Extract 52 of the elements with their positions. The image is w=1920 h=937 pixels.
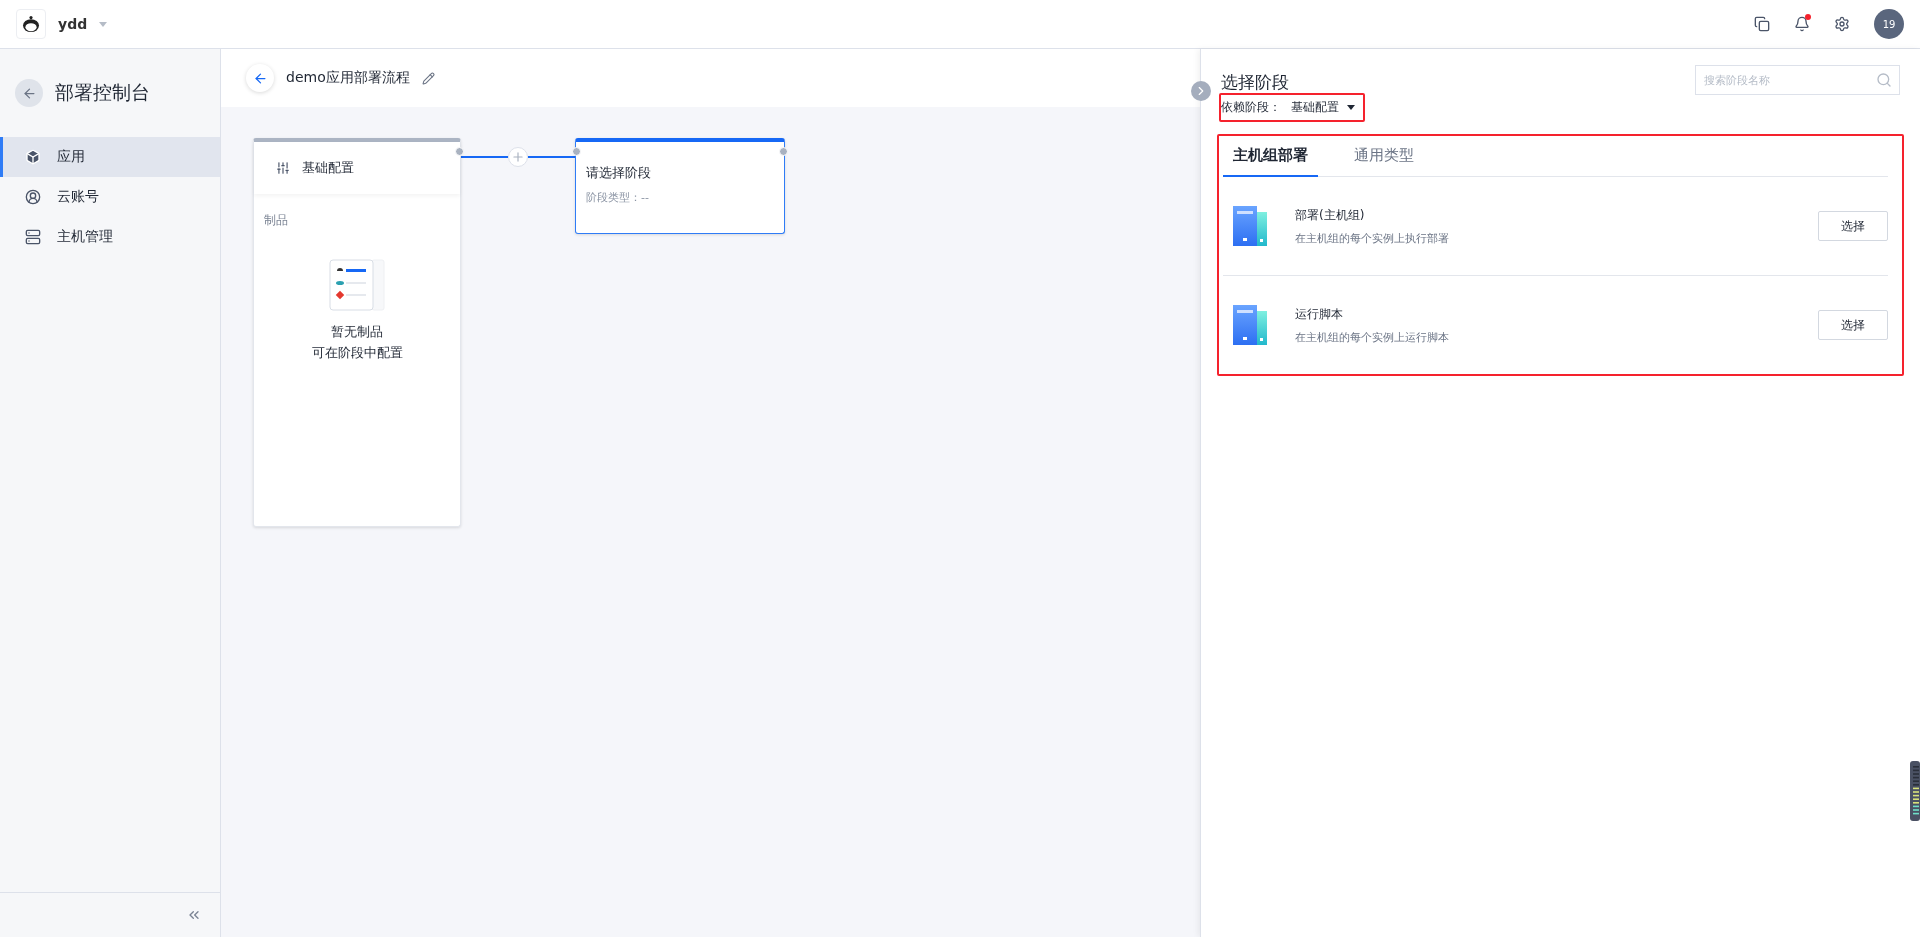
tab[interactable]: 通用类型 [1354, 136, 1414, 177]
meter-widget-icon[interactable] [1910, 761, 1920, 821]
stage-type: 阶段类型：-- [586, 190, 649, 205]
select-button[interactable]: 选择 [1818, 211, 1888, 241]
server-icon [25, 229, 41, 245]
search-icon[interactable] [1876, 72, 1892, 88]
plus-icon [511, 150, 525, 164]
search-field[interactable]: 搜索阶段名称 [1695, 65, 1900, 95]
empty-message: 暂无制品 可在阶段中配置 [311, 323, 403, 362]
cube-icon [25, 149, 41, 165]
stage-title: 请选择阶段 [586, 164, 651, 182]
edit-icon[interactable] [421, 71, 435, 85]
stage-name: 运行脚本 [1295, 305, 1344, 323]
user-avatar[interactable]: 19 [1874, 9, 1904, 39]
select-button[interactable]: 选择 [1818, 310, 1888, 340]
connector-handle[interactable] [779, 147, 788, 156]
tab[interactable]: 主机组部署 [1223, 136, 1318, 177]
sidebar-item[interactable]: 云账号 [0, 177, 220, 217]
console-title: 部署控制台 [55, 80, 150, 105]
sidebar-item[interactable]: 主机管理 [0, 217, 220, 257]
stage-name: 部署(主机组) [1295, 206, 1366, 224]
sidebar-item[interactable]: 应用 [0, 137, 220, 177]
arrow-left-icon [21, 85, 37, 101]
empty-list-drawing [329, 259, 385, 311]
server-icon [1233, 206, 1267, 246]
stage-title: 基础配置 [302, 159, 354, 177]
flow-title: demo应用部署流程 [286, 69, 410, 87]
back-button[interactable] [15, 79, 43, 107]
dependency-select[interactable]: 基础配置 [1291, 99, 1355, 116]
panel-title: 选择阶段 [1221, 71, 1289, 94]
stage-description: 在主机组的每个实例上执行部署 [1295, 231, 1450, 246]
stage-card[interactable]: 基础配置 制品 暂无制品 可在阶段中配置 [253, 138, 461, 527]
section-label: 制品 [263, 212, 289, 229]
workspace-name[interactable]: ydd [58, 16, 88, 32]
stage-card[interactable]: 请选择阶段 阶段类型：-- [575, 138, 785, 234]
sliders-icon [276, 161, 290, 175]
connector-handle[interactable] [455, 147, 464, 156]
connector-handle[interactable] [572, 147, 581, 156]
collapse-panel-button[interactable] [1191, 81, 1211, 101]
windows-icon[interactable] [1754, 16, 1770, 32]
server-icon [1233, 305, 1267, 345]
connector-line [528, 156, 575, 158]
user-icon [25, 189, 41, 205]
settings-icon[interactable] [1834, 16, 1850, 32]
stage-description: 在主机组的每个实例上运行脚本 [1295, 330, 1450, 345]
logo-icon[interactable] [16, 9, 46, 39]
back-button[interactable] [246, 64, 274, 92]
dependency-label: 依赖阶段： [1221, 99, 1281, 116]
caret-icon [1347, 105, 1355, 110]
notification-icon[interactable] [1794, 16, 1810, 32]
caret-icon[interactable] [99, 21, 108, 27]
connector-line [461, 156, 508, 158]
